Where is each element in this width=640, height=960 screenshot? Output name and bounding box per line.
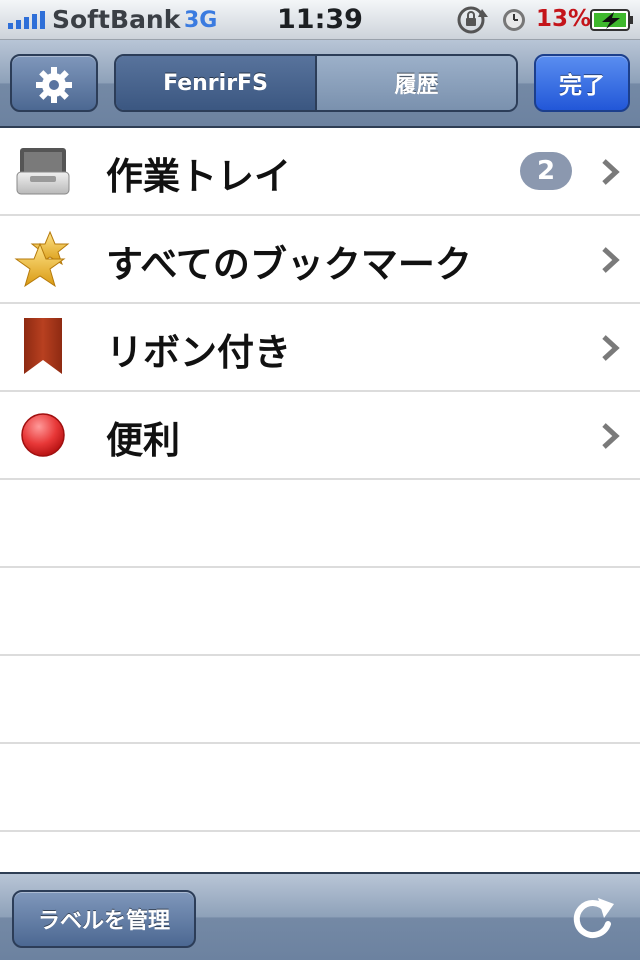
done-button[interactable]: 完了	[534, 54, 630, 112]
signal-bars-icon	[8, 11, 45, 29]
list-item-work-tray[interactable]: 作業トレイ 2	[0, 128, 640, 216]
empty-row	[0, 568, 640, 656]
list-item-label: リボン付き	[106, 331, 291, 374]
list-item-label: 便利	[106, 419, 180, 462]
network-type: 3G	[184, 8, 218, 33]
refresh-icon[interactable]	[568, 890, 618, 942]
list-item-label: すべてのブックマーク	[106, 243, 472, 286]
count-badge: 2	[520, 152, 572, 190]
chevron-right-icon	[602, 335, 620, 361]
chevron-right-icon	[602, 423, 620, 449]
rotation-lock-icon	[457, 6, 488, 34]
list-item-ribboned[interactable]: リボン付き	[0, 304, 640, 392]
status-bar: SoftBank 3G 11:39 13%	[0, 0, 640, 40]
empty-row	[0, 480, 640, 568]
settings-button[interactable]	[10, 54, 98, 112]
view-segmented-control: FenrirFS 履歴	[114, 54, 518, 112]
empty-row	[0, 656, 640, 744]
star-icon	[14, 230, 70, 288]
chevron-right-icon	[602, 159, 620, 185]
chevron-right-icon	[602, 247, 620, 273]
list-item-useful[interactable]: 便利	[0, 392, 640, 480]
bottom-toolbar: ラベルを管理	[0, 872, 640, 960]
label-list: 作業トレイ 2 すべてのブックマーク リボン付き 便利	[0, 128, 640, 872]
tray-icon	[16, 148, 70, 195]
battery-percentage: 13%	[536, 6, 592, 32]
alarm-icon	[503, 9, 525, 31]
list-item-label: 作業トレイ	[106, 155, 291, 198]
red-dot-icon	[21, 413, 65, 457]
gear-icon	[36, 67, 72, 103]
manage-labels-button[interactable]: ラベルを管理	[12, 890, 196, 948]
list-item-all-bookmarks[interactable]: すべてのブックマーク	[0, 216, 640, 304]
battery-charging-icon	[590, 9, 633, 31]
empty-row	[0, 744, 640, 832]
segment-history[interactable]: 履歴	[315, 56, 516, 110]
segment-fenrirfs[interactable]: FenrirFS	[116, 56, 315, 110]
ribbon-icon	[24, 318, 62, 374]
navigation-bar: FenrirFS 履歴 完了	[0, 40, 640, 128]
carrier-name: SoftBank	[52, 5, 181, 34]
